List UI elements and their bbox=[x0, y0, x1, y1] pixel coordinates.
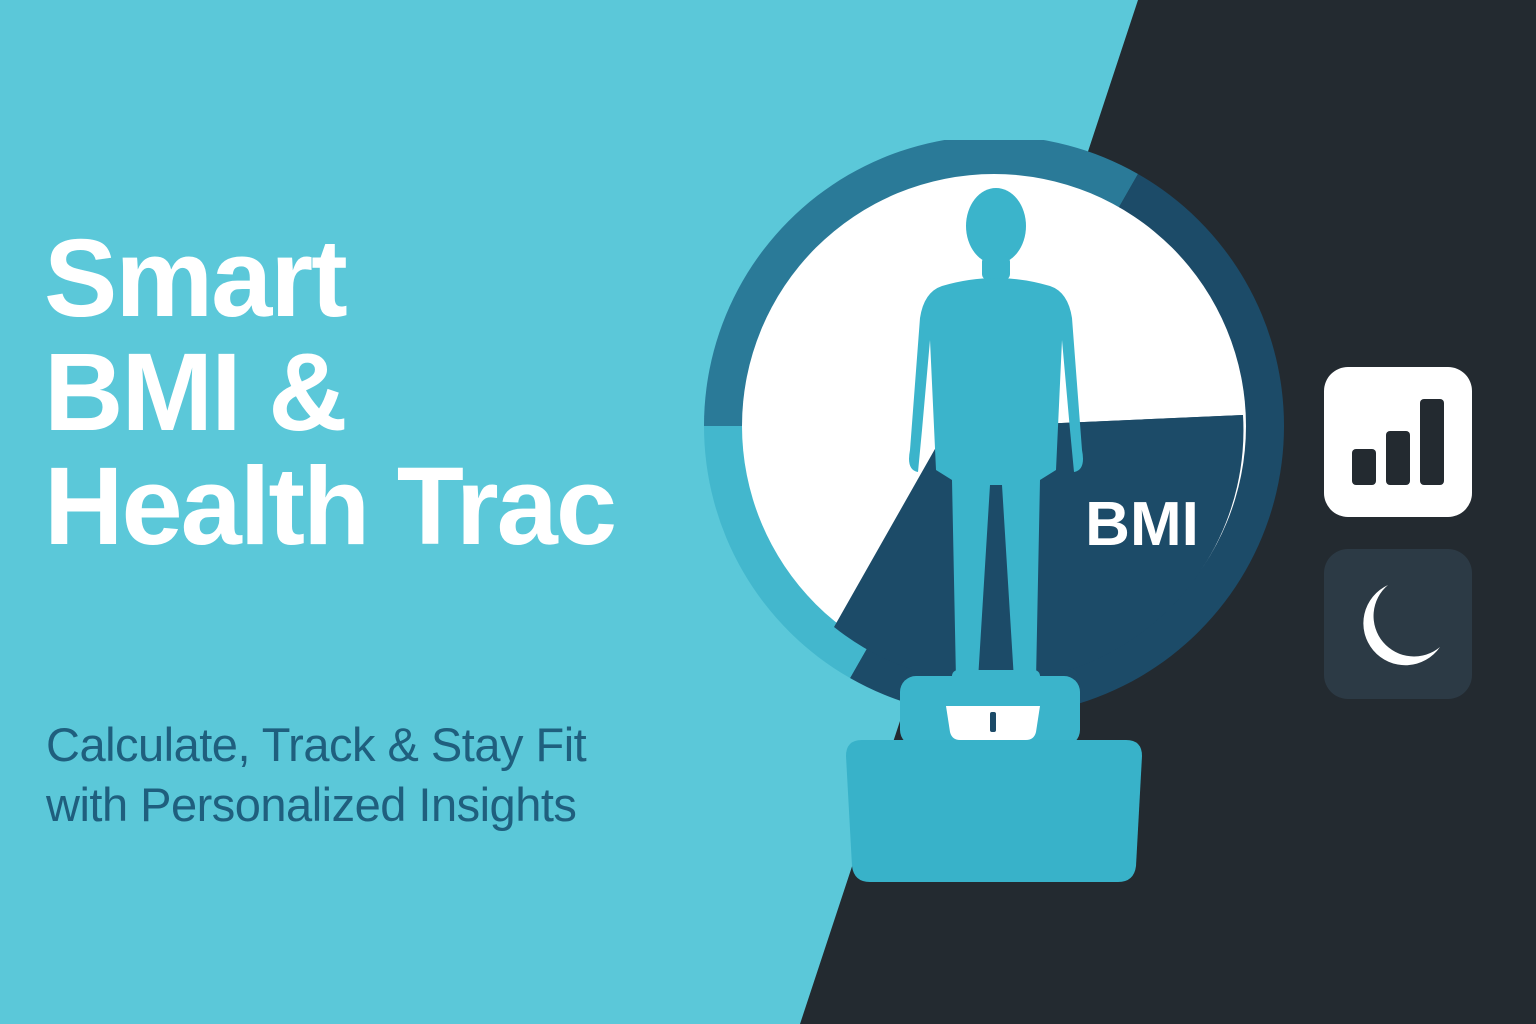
bmi-label: BMI bbox=[1085, 490, 1199, 559]
bar-chart-icon[interactable] bbox=[1324, 367, 1472, 517]
headline: Smart BMI & Health Trac bbox=[44, 217, 617, 568]
headline-line-2: BMI & bbox=[44, 331, 348, 454]
bar-chart-glyph bbox=[1352, 399, 1444, 485]
headline-line-1: Smart bbox=[44, 217, 348, 340]
moon-glyph bbox=[1363, 585, 1440, 666]
weighing-scale bbox=[846, 676, 1142, 882]
tagline-line-2: with Personalized Insights bbox=[46, 778, 577, 831]
moon-icon[interactable] bbox=[1324, 549, 1472, 699]
tagline: Calculate, Track & Stay Fit with Persona… bbox=[46, 715, 587, 835]
headline-line-3: Health Trac bbox=[44, 445, 617, 568]
tagline-line-1: Calculate, Track & Stay Fit bbox=[46, 718, 587, 771]
